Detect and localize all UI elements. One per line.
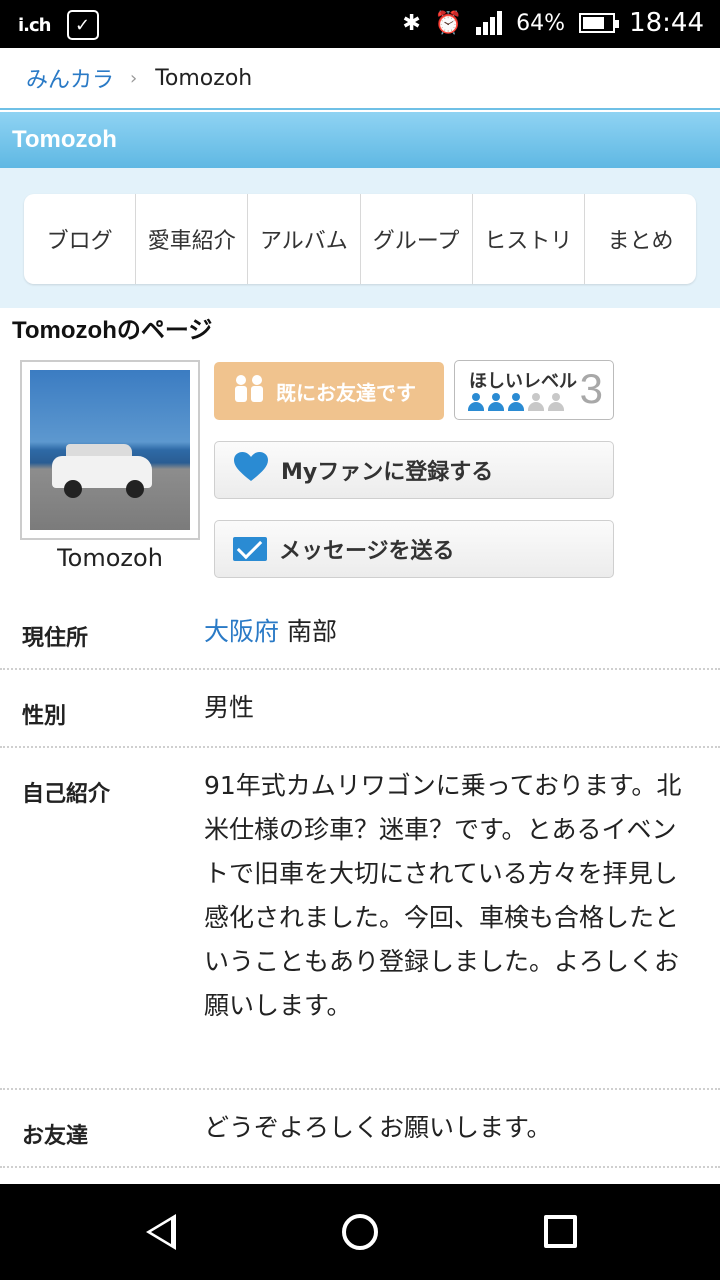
ich-icon: i.ch [18,14,51,36]
app-notification-icon: ✓ [66,10,99,40]
person-icon [467,393,485,411]
status-left: i.ch ✓ [18,10,99,40]
send-message-label: メッセージを送る [279,539,455,564]
recent-apps-icon[interactable] [544,1215,577,1248]
tab-album[interactable]: アルバム [248,194,361,284]
send-message-button[interactable]: メッセージを送る [214,520,614,578]
heart-icon [233,451,269,489]
residence-prefecture-link[interactable]: 大阪府 [204,617,279,646]
already-friends-label: 既にお友達です [276,380,416,405]
gender-label: 性別 [22,704,67,729]
intro-row: 自己紹介 91年式カムリワゴンに乗っております。北米仕様の珍車？迷車？です。とあ… [0,748,720,1090]
page-title: Tomozohのページ [12,317,213,344]
tab-blog[interactable]: ブログ [24,194,137,284]
battery-icon [579,13,620,33]
status-bar: i.ch ✓ ✱ ⏰ 64% 18:44 [0,0,720,48]
tab-group[interactable]: グループ [361,194,473,284]
back-icon[interactable] [146,1214,176,1250]
bluetooth-icon: ✱ [402,10,421,36]
tab-summary[interactable]: まとめ [585,194,696,284]
person-icon [547,393,565,411]
profile-header-title: Tomozoh [12,126,117,153]
avatar-photo [30,370,190,530]
wanted-level-label: ほしいレベル [469,371,577,392]
alarm-icon: ⏰ [434,10,463,36]
friends-row: お友達 どうぞよろしくお願いします。 [0,1090,720,1168]
tab-car[interactable]: 愛車紹介 [136,194,249,284]
register-fan-label: Myファンに登録する [281,460,494,485]
breadcrumb-current: Tomozoh [155,65,253,91]
already-friends-button[interactable]: 既にお友達です [214,362,444,420]
profile-header: Tomozoh [0,112,720,168]
friends-value: どうぞよろしくお願いします。 [204,1113,552,1142]
breadcrumb-root-link[interactable]: みんカラ [26,62,114,94]
tab-history[interactable]: ヒストリ [473,194,585,284]
register-fan-button[interactable]: Myファンに登録する [214,441,614,499]
gender-row: 性別 男性 [0,670,720,748]
breadcrumb: みんカラ › Tomozoh [0,48,720,110]
wanted-level-value: 3 [579,365,603,412]
navigation-bar [0,1184,720,1280]
status-right: ✱ ⏰ 64% 18:44 [402,8,704,38]
home-icon[interactable] [342,1214,378,1250]
person-icon [527,393,545,411]
car-wheel-front [64,480,82,498]
person-icon [487,393,505,411]
car-wheel-rear [126,480,144,498]
person-icon [507,393,525,411]
avatar[interactable] [20,360,200,540]
tab-bar: ブログ 愛車紹介 アルバム グループ ヒストリ まとめ [24,194,696,284]
wanted-level-box: ほしいレベル 3 [454,360,614,420]
signal-icon [476,11,503,35]
battery-percent: 64% [516,10,566,36]
chevron-right-icon: › [130,67,138,89]
residence-row: 現住所 大阪府 南部 [0,598,720,670]
clock: 18:44 [629,8,704,38]
wanted-level-figures [467,393,565,411]
tabs-area: ブログ 愛車紹介 アルバム グループ ヒストリ まとめ [0,168,720,308]
residence-area: 南部 [286,617,337,646]
gender-value: 男性 [204,693,255,722]
residence-value: 大阪府 南部 [204,610,337,654]
mail-icon [233,537,267,561]
friends-label: お友達 [22,1124,89,1149]
residence-label: 現住所 [22,626,89,651]
friends-icon [232,374,266,409]
avatar-name: Tomozoh [57,544,163,572]
intro-label: 自己紹介 [22,782,111,807]
intro-text: 91年式カムリワゴンに乗っております。北米仕様の珍車？迷車？です。とあるイベント… [204,771,682,1020]
